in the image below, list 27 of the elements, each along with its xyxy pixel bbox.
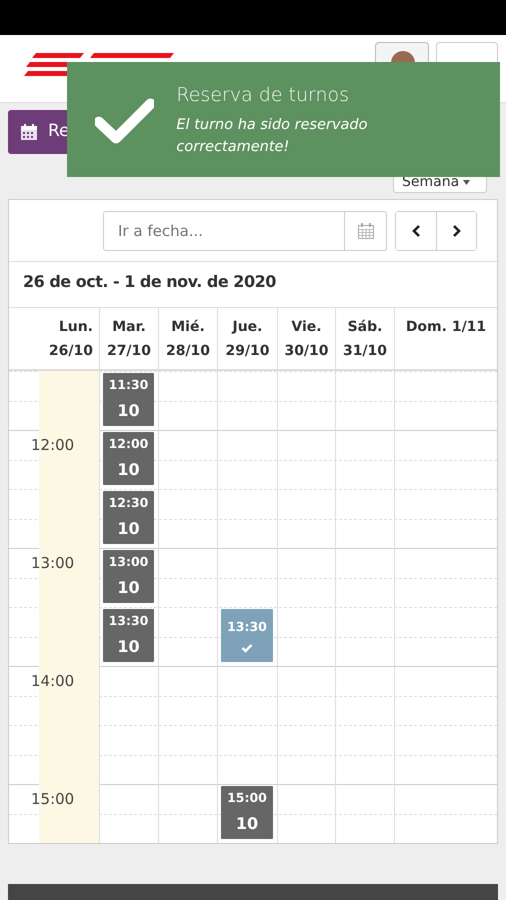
- caret-icon: [463, 180, 470, 184]
- chevron-left-icon: [411, 224, 421, 238]
- time-label: 15:00: [30, 789, 74, 810]
- chevron-right-icon: [452, 224, 462, 238]
- day-header: Sáb. 31/10: [335, 308, 394, 371]
- day-header: Mié. 28/10: [158, 308, 217, 371]
- day-header: Mar. 27/10: [99, 308, 158, 371]
- time-slot[interactable]: 12:30 10: [103, 491, 154, 544]
- time-slot[interactable]: 11:30 10: [103, 373, 154, 426]
- time-slot[interactable]: 13:30 10: [103, 609, 154, 662]
- time-label: 12:00: [30, 435, 74, 456]
- date-field[interactable]: Ir a fecha...: [103, 211, 345, 251]
- checkmark-icon: [241, 642, 253, 653]
- time-slot[interactable]: 12:00 10: [103, 432, 154, 485]
- toast-message: El turno ha sido reservado correctamente!: [176, 116, 369, 157]
- day-header: Vie. 30/10: [277, 308, 335, 371]
- calendar-icon: [356, 222, 374, 240]
- time-label: 13:00: [30, 553, 74, 574]
- time-label: 14:00: [30, 671, 74, 692]
- time-slot[interactable]: 15:00 10: [221, 786, 273, 839]
- day-header: Dom. 1/11: [394, 308, 497, 371]
- date-range-title: 26 de oct. - 1 de nov. de 2020: [23, 272, 276, 291]
- time-slot[interactable]: 13:00 10: [103, 550, 154, 603]
- calendar-icon: [20, 123, 38, 141]
- day-header: Jue. 29/10: [217, 308, 277, 371]
- next-button[interactable]: [436, 212, 476, 250]
- toast-title: Reserva de turnos: [176, 82, 350, 108]
